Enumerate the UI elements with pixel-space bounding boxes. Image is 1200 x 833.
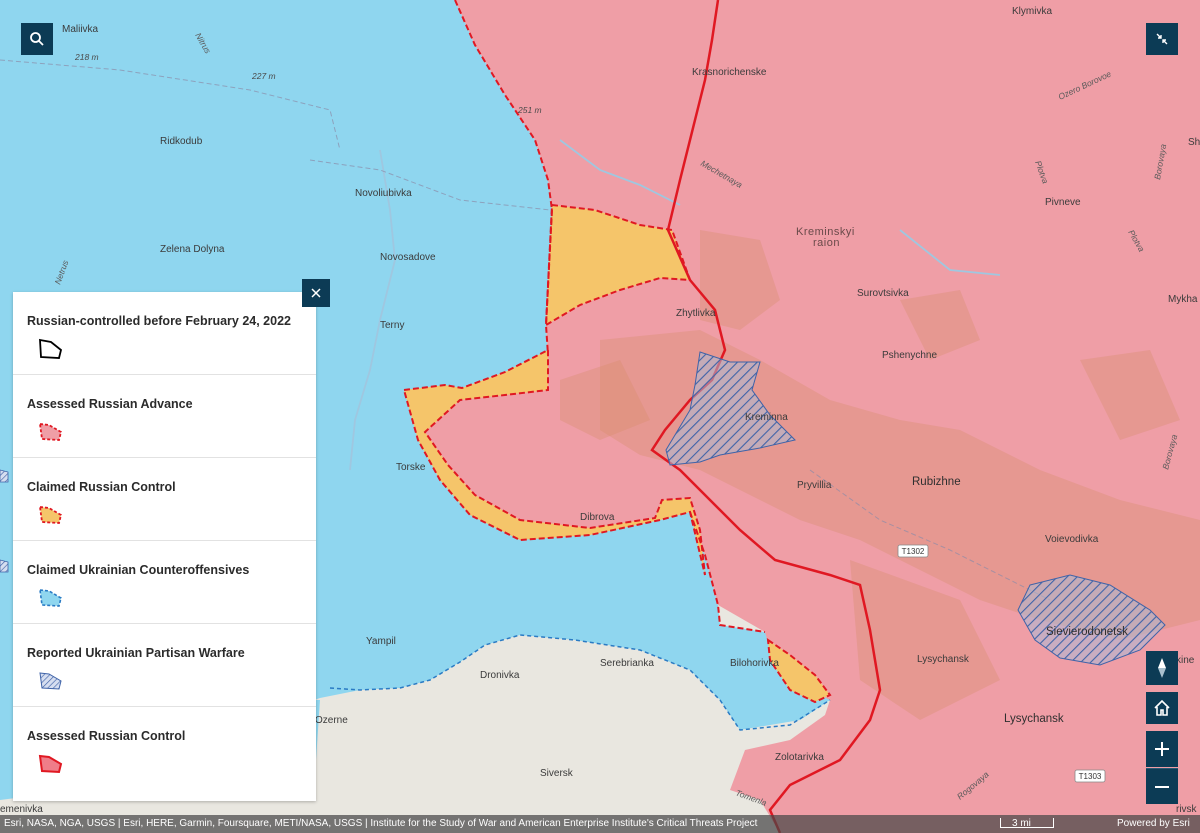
legend-item: Claimed Russian Control — [13, 458, 316, 541]
legend-label: Assessed Russian Advance — [27, 397, 193, 411]
place-label: Novoliubivka — [355, 188, 412, 199]
place-label: Mykha — [1168, 294, 1198, 305]
svg-text:T1303: T1303 — [1079, 772, 1102, 781]
search-icon — [30, 32, 44, 46]
place-label: Torske — [396, 462, 426, 473]
place-label: Novosadove — [380, 252, 436, 263]
road-shield-t1303: T1303 — [1074, 769, 1106, 783]
place-label: Rubizhne — [912, 476, 961, 488]
place-label: emenivka — [0, 804, 43, 815]
elevation-label: 227 m — [251, 71, 276, 81]
collapse-button[interactable] — [1146, 23, 1178, 55]
home-icon — [1154, 699, 1170, 716]
place-label: rivsk — [1176, 804, 1198, 815]
place-label: Surovtsivka — [857, 288, 909, 299]
place-label: Krasnorichenske — [692, 67, 767, 78]
attribution-bar: Esri, NASA, NGA, USGS | Esri, HERE, Garm… — [0, 815, 1200, 833]
legend-symbol-black-outline — [39, 338, 63, 359]
place-label: Bilohorivka — [730, 658, 779, 669]
place-label: Pshenychne — [882, 350, 937, 361]
place-label: Dronivka — [480, 670, 520, 681]
legend-symbol-russian-control — [38, 754, 63, 774]
compass-button[interactable] — [1146, 651, 1178, 685]
compass-icon — [1158, 658, 1166, 678]
place-label: Ridkodub — [160, 136, 203, 147]
legend-label: Russian-controlled before February 24, 2… — [27, 314, 291, 328]
legend-symbol-partisan-hatch — [39, 672, 62, 690]
powered-by-link[interactable]: Powered by Esri — [1117, 815, 1190, 833]
legend-symbol-russian-advance — [38, 422, 63, 441]
legend-label: Assessed Russian Control — [27, 729, 186, 743]
legend-item: Claimed Ukrainian Counteroffensives — [13, 541, 316, 624]
legend-label: Reported Ukrainian Partisan Warfare — [27, 646, 245, 660]
close-icon — [311, 288, 321, 298]
partisan-edge-left — [0, 469, 9, 483]
minus-icon — [1155, 785, 1169, 788]
place-label: Zelena Dolyna — [160, 244, 225, 255]
elevation-label: 251 m — [517, 105, 542, 115]
place-label: kine — [1176, 655, 1195, 666]
road-shield-t1302: T1302 — [897, 544, 929, 558]
scale-label: 3 mi — [1012, 818, 1031, 829]
place-label: Siversk — [540, 768, 574, 779]
legend-item: Russian-controlled before February 24, 2… — [13, 292, 316, 375]
legend-close-button[interactable] — [302, 279, 330, 307]
home-button[interactable] — [1146, 692, 1178, 724]
legend-label: Claimed Ukrainian Counteroffensives — [27, 563, 250, 577]
svg-text:T1302: T1302 — [902, 547, 925, 556]
search-button[interactable] — [21, 23, 53, 55]
legend-panel: Russian-controlled before February 24, 2… — [13, 292, 316, 801]
place-label: Serebrianka — [600, 658, 654, 669]
place-label: Pryvillia — [797, 480, 832, 491]
zoom-out-button[interactable] — [1146, 768, 1178, 804]
collapse-icon — [1156, 33, 1168, 45]
legend-label: Claimed Russian Control — [27, 480, 176, 494]
place-label: Zhytlivka — [676, 308, 716, 319]
place-label: Ozerne — [315, 715, 348, 726]
place-label: Maliivka — [62, 24, 99, 35]
legend-symbol-ukrainian-counteroffensive — [39, 589, 62, 607]
legend-item: Assessed Russian Advance — [13, 375, 316, 458]
place-label: raion — [813, 237, 840, 249]
attribution-text: Esri, NASA, NGA, USGS | Esri, HERE, Garm… — [4, 818, 758, 829]
place-label: Sievierodonetsk — [1046, 626, 1128, 638]
place-label: Dibrova — [580, 512, 615, 523]
place-label: Pivneve — [1045, 197, 1081, 208]
place-label: Kreminna — [745, 412, 788, 423]
place-label: Zolotarivka — [775, 752, 824, 763]
place-label: Sh — [1188, 137, 1200, 148]
place-label: Voievodivka — [1045, 534, 1099, 545]
elevation-label: 218 m — [74, 52, 99, 62]
legend-item: Assessed Russian Control — [13, 707, 316, 790]
legend-item: Reported Ukrainian Partisan Warfare — [13, 624, 316, 707]
place-label: Lysychansk — [917, 654, 970, 665]
place-label: Yampil — [366, 636, 396, 647]
place-label: Terny — [380, 320, 404, 331]
place-label: Klymivka — [1012, 6, 1052, 17]
plus-icon — [1155, 742, 1169, 756]
legend-symbol-claimed-russian — [38, 505, 63, 524]
partisan-edge-left-2 — [0, 559, 9, 573]
place-label: Lysychansk — [1004, 713, 1064, 725]
zoom-in-button[interactable] — [1146, 731, 1178, 767]
